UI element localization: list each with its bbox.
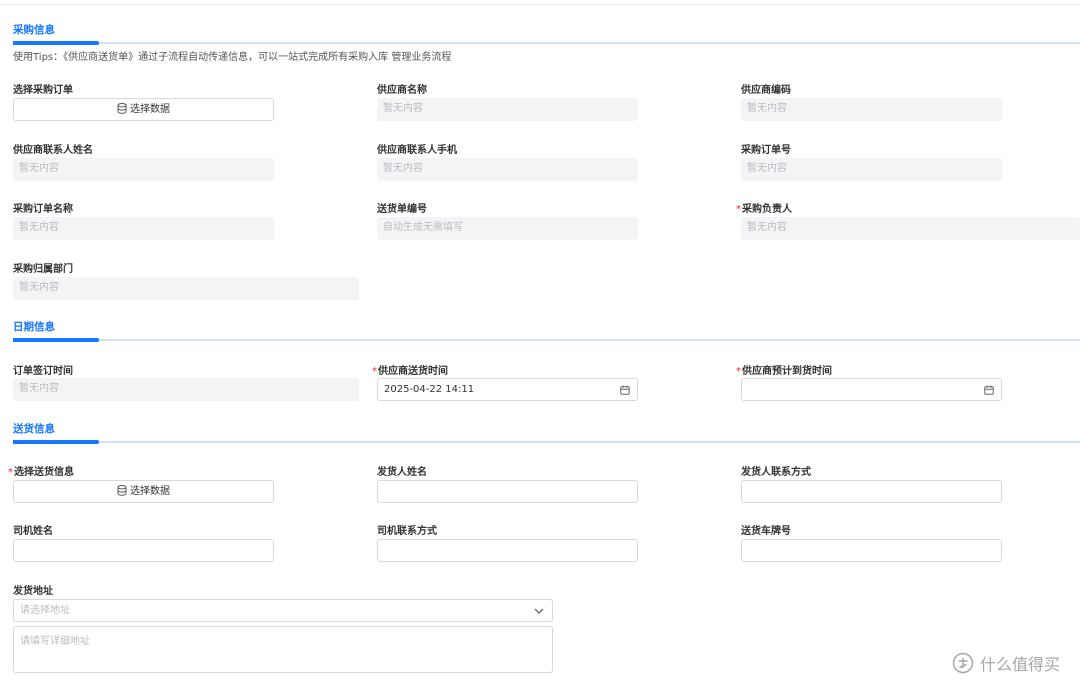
driver-name-label: 司机姓名	[13, 526, 53, 537]
shipper-contact-label: 发货人联系方式	[741, 467, 811, 478]
owner-field[interactable]: 暂无内容	[741, 217, 1080, 240]
smzdm-logo-icon	[952, 652, 974, 674]
expected-arrival-label: *供应商预计到货时间	[736, 366, 832, 377]
contact-name-field: 暂无内容	[13, 158, 274, 181]
chevron-down-icon[interactable]	[534, 607, 544, 615]
supplier-delivery-time-input[interactable]: 2025-04-22 14:11	[377, 378, 638, 401]
delivery-no-field: 自动生成无需填写	[377, 217, 638, 240]
section-title-delivery: 送货信息	[13, 423, 55, 435]
delivery-no-label: 送货单编号	[377, 204, 427, 215]
select-delivery-info-label: *选择送货信息	[8, 467, 74, 478]
contact-name-label: 供应商联系人姓名	[13, 145, 93, 156]
section-divider-purchase	[13, 41, 1080, 45]
required-mark: *	[736, 204, 741, 215]
sign-time-field: 暂无内容	[13, 378, 359, 401]
database-icon	[117, 485, 127, 496]
calendar-icon[interactable]	[984, 385, 994, 395]
top-divider	[0, 4, 1080, 5]
order-no-field: 暂无内容	[741, 158, 1002, 181]
select-order-button-label: 选择数据	[130, 104, 170, 115]
required-mark: *	[8, 467, 13, 478]
supplier-delivery-time-label: *供应商送货时间	[372, 366, 448, 377]
section-title-date: 日期信息	[13, 321, 55, 333]
calendar-icon[interactable]	[620, 385, 630, 395]
order-name-label: 采购订单名称	[13, 204, 73, 215]
section-divider-date	[13, 338, 1080, 342]
contact-phone-label: 供应商联系人手机	[377, 145, 457, 156]
order-name-field: 暂无内容	[13, 217, 274, 240]
owner-label: *采购负责人	[736, 204, 792, 215]
sign-time-label: 订单签订时间	[13, 366, 73, 377]
driver-contact-input[interactable]	[377, 539, 638, 562]
database-icon	[117, 103, 127, 114]
plate-label: 送货车牌号	[741, 526, 791, 537]
section-title-purchase: 采购信息	[13, 24, 55, 36]
section-divider-delivery	[13, 440, 1080, 444]
select-delivery-info-button-label: 选择数据	[130, 486, 170, 497]
department-field: 暂无内容	[13, 277, 359, 300]
supplier-name-label: 供应商名称	[377, 85, 427, 96]
expected-arrival-input[interactable]	[741, 378, 1002, 401]
required-mark: *	[736, 366, 741, 377]
shipper-contact-input[interactable]	[741, 480, 1002, 503]
address-select[interactable]: 请选择地址	[13, 599, 553, 622]
supplier-code-label: 供应商编码	[741, 85, 791, 96]
select-delivery-info-button[interactable]: 选择数据	[13, 480, 274, 503]
select-order-button[interactable]: 选择数据	[13, 98, 274, 121]
order-no-label: 采购订单号	[741, 145, 791, 156]
select-order-label: 选择采购订单	[13, 85, 73, 96]
watermark-text: 什么值得买	[980, 655, 1061, 674]
address-label: 发货地址	[13, 586, 53, 597]
required-mark: *	[372, 366, 377, 377]
address-detail-textarea[interactable]: 请填写详细地址	[13, 626, 553, 673]
department-label: 采购归属部门	[13, 264, 73, 275]
shipper-name-label: 发货人姓名	[377, 467, 427, 478]
tips-text: 使用Tips：《供应商送货单》通过子流程自动传递信息，可以一站式完成所有采购入库…	[13, 52, 452, 63]
supplier-code-field: 暂无内容	[741, 98, 1002, 121]
supplier-name-field: 暂无内容	[377, 98, 638, 121]
driver-name-input[interactable]	[13, 539, 274, 562]
address-select-placeholder: 请选择地址	[20, 605, 70, 616]
driver-contact-label: 司机联系方式	[377, 526, 437, 537]
watermark: 什么值得买	[952, 651, 1060, 675]
plate-input[interactable]	[741, 539, 1002, 562]
supplier-delivery-time-value: 2025-04-22 14:11	[384, 384, 475, 395]
shipper-name-input[interactable]	[377, 480, 638, 503]
contact-phone-field: 暂无内容	[377, 158, 638, 181]
